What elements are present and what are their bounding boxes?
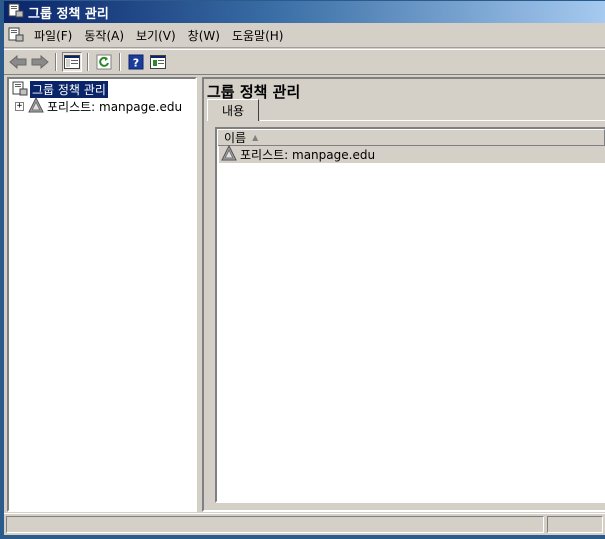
back-button[interactable] bbox=[8, 52, 28, 72]
status-bar bbox=[4, 513, 605, 535]
forward-icon bbox=[31, 55, 49, 69]
refresh-button[interactable] bbox=[94, 52, 114, 72]
tab-contents[interactable]: 내용 bbox=[207, 99, 259, 121]
forward-button[interactable] bbox=[30, 52, 50, 72]
help-button[interactable]: ? bbox=[126, 52, 146, 72]
menu-window[interactable]: 창(W) bbox=[182, 25, 226, 46]
properties-icon bbox=[150, 55, 166, 69]
svg-text:?: ? bbox=[133, 57, 139, 70]
window-title: 그룹 정책 관리 bbox=[28, 6, 109, 22]
list-header: 이름 ▲ bbox=[217, 128, 605, 146]
properties-button[interactable] bbox=[148, 52, 168, 72]
menu-help[interactable]: 도움말(H) bbox=[226, 25, 290, 46]
gpmc-root-icon bbox=[12, 80, 28, 99]
refresh-icon bbox=[96, 54, 112, 70]
tree-item-root-label: 그룹 정책 관리 bbox=[30, 81, 108, 98]
back-icon bbox=[9, 55, 27, 69]
gpmc-app-icon bbox=[8, 2, 24, 22]
details-pane: 그룹 정책 관리 내용 이름 ▲ 포리스트: manpage.edu bbox=[202, 77, 605, 512]
tab-contents-label: 내용 bbox=[221, 104, 245, 118]
sort-ascending-icon: ▲ bbox=[252, 133, 259, 142]
show-hide-tree-button[interactable] bbox=[62, 52, 82, 72]
column-header-name[interactable]: 이름 ▲ bbox=[217, 128, 605, 146]
forest-icon bbox=[221, 144, 237, 164]
menu-bar: 파일(F) 동작(A) 보기(V) 창(W) 도움말(H) bbox=[4, 24, 605, 48]
tree-item-forest[interactable]: + 포리스트: manpage.edu bbox=[15, 96, 183, 116]
app-window: 그룹 정책 관리 파일(F) 동작(A) 보기(V) 창(W) 도움말(H) ?… bbox=[0, 0, 605, 539]
menu-app-icon[interactable] bbox=[8, 26, 24, 45]
toolbar-separator bbox=[87, 53, 89, 71]
expand-toggle[interactable]: + bbox=[15, 102, 24, 111]
status-pane-secondary bbox=[547, 516, 603, 533]
list-item[interactable]: 포리스트: manpage.edu bbox=[219, 144, 605, 164]
menu-file[interactable]: 파일(F) bbox=[28, 25, 78, 46]
menu-view[interactable]: 보기(V) bbox=[130, 25, 182, 46]
show-hide-tree-icon bbox=[64, 55, 80, 69]
column-header-name-label: 이름 bbox=[224, 131, 247, 145]
console-tree[interactable]: 그룹 정책 관리 + 포리스트: manpage.edu bbox=[7, 77, 197, 512]
forest-icon bbox=[28, 96, 44, 116]
toolbar-separator bbox=[55, 53, 57, 71]
toolbar-separator bbox=[119, 53, 121, 71]
toolbar: ? bbox=[4, 49, 605, 75]
tree-item-root[interactable]: 그룹 정책 관리 bbox=[12, 81, 108, 98]
title-bar[interactable]: 그룹 정책 관리 bbox=[4, 1, 605, 23]
list-item-label: 포리스트: manpage.edu bbox=[240, 148, 376, 162]
help-icon: ? bbox=[128, 54, 144, 70]
status-pane-main bbox=[6, 516, 544, 533]
tab-strip-divider bbox=[260, 120, 605, 121]
tree-item-forest-label: 포리스트: manpage.edu bbox=[47, 100, 183, 114]
contents-list[interactable]: 이름 ▲ 포리스트: manpage.edu bbox=[215, 127, 605, 503]
menu-action[interactable]: 동작(A) bbox=[78, 25, 130, 46]
